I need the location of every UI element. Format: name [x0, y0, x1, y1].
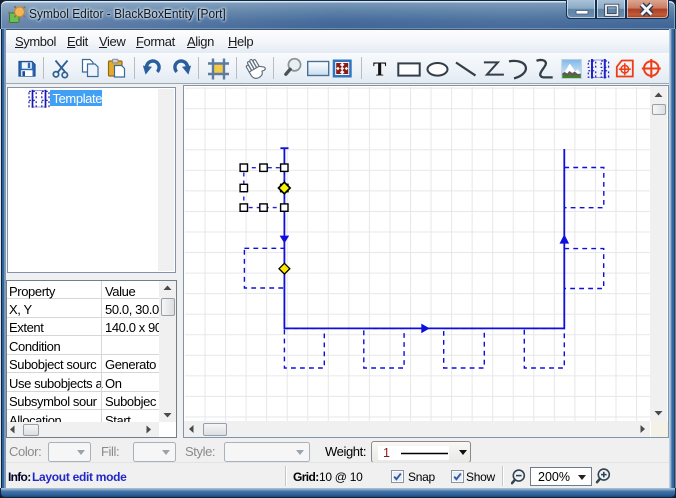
svg-text:T: T [373, 59, 387, 81]
